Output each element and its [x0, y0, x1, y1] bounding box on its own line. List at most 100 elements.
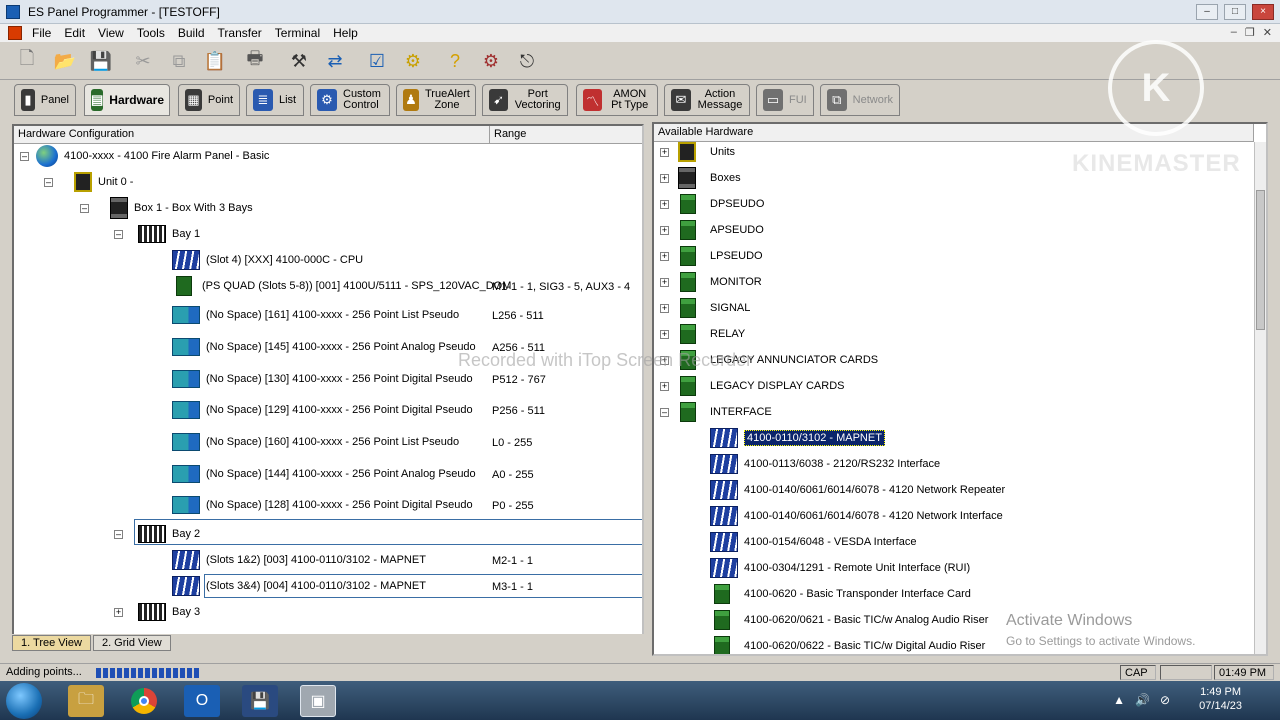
menu-file[interactable]: File [28, 26, 60, 40]
volume-icon[interactable]: 🔊 [1135, 693, 1150, 707]
tree-item-legacy-display[interactable]: LEGACY DISPLAY CARDS [680, 375, 845, 397]
tab-port-vectoring[interactable]: ➹ Port Vectoring [482, 84, 568, 116]
expand-toggle[interactable]: + [660, 252, 669, 261]
es-panel-programmer-icon[interactable]: ▣ [300, 685, 336, 717]
tree-item-hardware[interactable]: 4100-0154/6048 - VESDA Interface [710, 531, 916, 553]
cut-icon[interactable]: ✂ [130, 48, 156, 74]
build-icon[interactable]: ⚙ [400, 48, 426, 74]
close-button[interactable]: × [1252, 4, 1274, 20]
tree-item-cpu[interactable]: (Slot 4) [XXX] 4100-000C - CPU [172, 249, 363, 271]
save-app-icon[interactable]: 💾 [242, 685, 278, 717]
expand-toggle[interactable]: + [660, 382, 669, 391]
chrome-icon[interactable] [126, 685, 162, 717]
tree-item-hardware[interactable]: 4100-0620/0622 - Basic TIC/w Digital Aud… [714, 635, 985, 654]
vertical-scrollbar[interactable] [1254, 142, 1266, 654]
tree-item-pseudo[interactable]: (No Space) [160] 4100-xxxx - 256 Point L… [172, 431, 459, 453]
tree-item-pseudo[interactable]: (No Space) [145] 4100-xxxx - 256 Point A… [172, 336, 476, 358]
column-header-config[interactable]: Hardware Configuration [14, 126, 490, 144]
tree-item-bay-3[interactable]: Bay 3 [138, 601, 200, 623]
print-icon[interactable]: 🖶 [242, 48, 268, 74]
tree-item-pseudo[interactable]: (No Space) [144] 4100-xxxx - 256 Point A… [172, 463, 476, 485]
tree-item-box[interactable]: Box 1 - Box With 3 Bays [110, 197, 253, 219]
expand-toggle[interactable]: + [660, 304, 669, 313]
tree-item-dpseudo[interactable]: DPSEUDO [680, 193, 764, 215]
mdi-restore-button[interactable]: ❐ [1245, 26, 1255, 39]
tools-icon[interactable]: ⚒ [286, 48, 312, 74]
tree-item-signal[interactable]: SIGNAL [680, 297, 750, 319]
tab-fui[interactable]: ▭ FUI [756, 84, 814, 116]
file-explorer-icon[interactable]: 🗀 [68, 685, 104, 717]
checklist-icon[interactable]: ☑ [364, 48, 390, 74]
collapse-toggle[interactable]: – [114, 230, 123, 239]
network-status-icon[interactable]: ⊘ [1160, 693, 1170, 707]
expand-toggle[interactable]: + [660, 278, 669, 287]
collapse-toggle[interactable]: – [20, 152, 29, 161]
tree-item-hardware[interactable]: 4100-0304/1291 - Remote Unit Interface (… [710, 557, 970, 579]
paste-icon[interactable]: 📋 [202, 48, 228, 74]
tree-item-mapnet[interactable]: (Slots 3&4) [004] 4100-0110/3102 - MAPNE… [172, 575, 426, 597]
copy-icon[interactable]: ⧉ [166, 48, 192, 74]
tab-point[interactable]: ▦ Point [178, 84, 240, 116]
tab-truealert-zone[interactable]: ♟ TrueAlert Zone [396, 84, 476, 116]
expand-toggle[interactable]: + [660, 226, 669, 235]
expand-toggle[interactable]: + [660, 330, 669, 339]
tree-item-hardware[interactable]: 4100-0620/0621 - Basic TIC/w Analog Audi… [714, 609, 988, 631]
expand-toggle[interactable]: + [660, 200, 669, 209]
collapse-toggle[interactable]: – [114, 530, 123, 539]
settings-icon[interactable]: ⚙ [478, 48, 504, 74]
new-file-icon[interactable]: 🗋 [14, 48, 40, 74]
expand-toggle[interactable]: + [660, 148, 669, 157]
tree-item-apseudo[interactable]: APSEUDO [680, 219, 764, 241]
scrollbar-thumb[interactable] [1256, 190, 1265, 330]
tree-item-pseudo[interactable]: (No Space) [128] 4100-xxxx - 256 Point D… [172, 494, 473, 516]
tree-item-lpseudo[interactable]: LPSEUDO [680, 245, 763, 267]
tab-network[interactable]: ⧉ Network [820, 84, 900, 116]
tree-item-units[interactable]: Units [678, 141, 735, 163]
tree-item-mapnet[interactable]: (Slots 1&2) [003] 4100-0110/3102 - MAPNE… [172, 549, 426, 571]
taskbar-clock[interactable]: 1:49 PM 07/14/23 [1199, 685, 1242, 713]
outlook-icon[interactable]: O [184, 685, 220, 717]
tab-grid-view[interactable]: 2. Grid View [92, 635, 171, 651]
tree-item-pseudo[interactable]: (No Space) [129] 4100-xxxx - 256 Point D… [172, 399, 473, 421]
open-folder-icon[interactable]: 📂 [52, 48, 78, 74]
tree-item-bay-2[interactable]: Bay 2 [138, 523, 200, 545]
show-hidden-icons-icon[interactable]: ▲ [1113, 693, 1125, 707]
mdi-close-button[interactable]: ✕ [1263, 26, 1272, 39]
tab-tree-view[interactable]: 1. Tree View [12, 635, 91, 651]
mdi-minimize-button[interactable]: – [1231, 26, 1237, 39]
start-button[interactable] [6, 683, 42, 719]
menu-build[interactable]: Build [174, 26, 214, 40]
tree-item-monitor[interactable]: MONITOR [680, 271, 762, 293]
tree-item-hardware[interactable]: 4100-0620 - Basic Transponder Interface … [714, 583, 971, 605]
tree-item-hardware[interactable]: 4100-0140/6061/6014/6078 - 4120 Network … [710, 479, 1005, 501]
menu-terminal[interactable]: Terminal [271, 26, 329, 40]
menu-transfer[interactable]: Transfer [214, 26, 271, 40]
tree-item-hardware[interactable]: 4100-0140/6061/6014/6078 - 4120 Network … [710, 505, 1003, 527]
menu-tools[interactable]: Tools [133, 26, 174, 40]
tab-action-message[interactable]: ✉ Action Message [664, 84, 750, 116]
tab-amon-pt-type[interactable]: 〽 AMON Pt Type [576, 84, 658, 116]
expand-toggle[interactable]: + [114, 608, 123, 617]
document-icon[interactable] [8, 26, 22, 40]
column-header-range[interactable]: Range [490, 126, 642, 144]
tab-panel[interactable]: ▮ Panel [14, 84, 76, 116]
collapse-toggle[interactable]: – [660, 408, 669, 417]
tree-item-hardware-selected[interactable]: 4100-0110/3102 - MAPNET [710, 427, 885, 449]
tree-item-pseudo[interactable]: (No Space) [130] 4100-xxxx - 256 Point D… [172, 368, 473, 390]
menu-view[interactable]: View [94, 26, 133, 40]
save-icon[interactable]: 💾 [88, 48, 114, 74]
transfer-icon[interactable]: ⇄ [322, 48, 348, 74]
maximize-button[interactable]: □ [1224, 4, 1246, 20]
collapse-toggle[interactable]: – [44, 178, 53, 187]
tab-custom-control[interactable]: ⚙ Custom Control [310, 84, 390, 116]
tab-list[interactable]: ≣ List [246, 84, 304, 116]
tree-item-pseudo[interactable]: (No Space) [161] 4100-xxxx - 256 Point L… [172, 304, 459, 326]
minimize-button[interactable]: – [1196, 4, 1218, 20]
tree-item-panel[interactable]: 4100-xxxx - 4100 Fire Alarm Panel - Basi… [36, 145, 269, 167]
tree-item-boxes[interactable]: Boxes [678, 167, 741, 189]
tab-hardware[interactable]: ▤ Hardware [84, 84, 170, 116]
help-icon[interactable]: ? [442, 48, 468, 74]
exit-icon[interactable]: ⎋ [514, 48, 540, 74]
expand-toggle[interactable]: + [660, 174, 669, 183]
tree-item-power-supply[interactable]: (PS QUAD (Slots 5-8)) [001] 4100U/5111 -… [176, 275, 511, 297]
